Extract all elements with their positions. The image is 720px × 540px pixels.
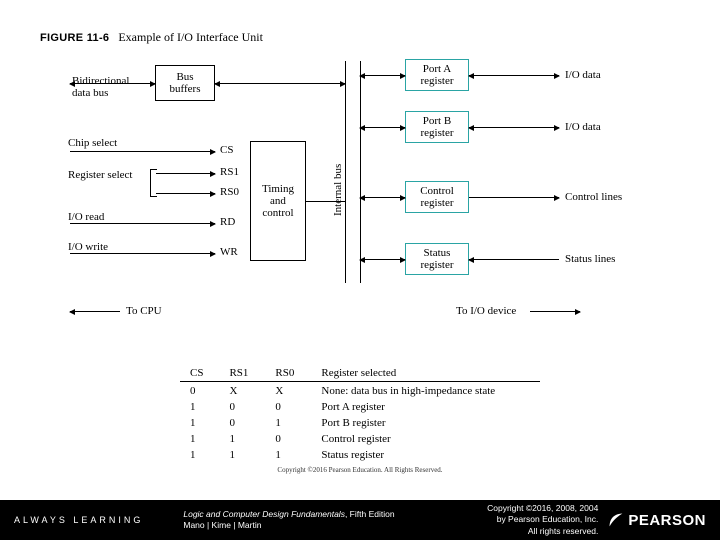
block-port-b: Port Bregister	[405, 111, 469, 143]
pearson-logo: PEARSON	[608, 512, 706, 529]
wire-rs1	[156, 173, 215, 174]
wire-ibus-ctrl	[360, 197, 405, 198]
label-bidirectional-bus: Bidirectionaldata bus	[72, 75, 129, 99]
label-to-cpu: To CPU	[126, 305, 162, 317]
io-interface-diagram: Bidirectionaldata bus Busbuffers Timinga…	[60, 51, 660, 361]
always-learning: ALWAYS LEARNING	[14, 515, 143, 525]
table-cell: X	[265, 382, 311, 400]
inner-copyright: Copyright ©2016 Pearson Education. All R…	[40, 466, 680, 474]
table-cell: 1	[265, 415, 311, 431]
label-rd-pin: RD	[220, 216, 235, 228]
block-port-a: Port Aregister	[405, 59, 469, 91]
table-cell: 1	[219, 447, 265, 463]
table-cell: 0	[180, 382, 219, 400]
book-credit: Logic and Computer Design Fundamentals, …	[183, 509, 394, 531]
footer-bar: ALWAYS LEARNING Logic and Computer Desig…	[0, 500, 720, 540]
arrow-to-io	[530, 311, 580, 312]
label-cs-pin: CS	[220, 144, 233, 156]
label-control-lines: Control lines	[565, 191, 622, 203]
figure-number: FIGURE 11-6	[40, 32, 109, 44]
label-io-read: I/O read	[68, 211, 104, 223]
table-cell: 1	[180, 431, 219, 447]
wire-stat-in	[469, 259, 559, 260]
block-control-reg: Controlregister	[405, 181, 469, 213]
table-cell: 0	[219, 399, 265, 415]
label-rs1-pin: RS1	[220, 166, 239, 178]
pearson-brand: PEARSON	[628, 512, 706, 529]
label-register-select: Register select	[68, 169, 132, 181]
internal-bus-line-left	[345, 61, 346, 283]
register-select-table: CSRS1RS0Register selected 0XXNone: data …	[180, 365, 540, 463]
book-authors: Mano | Kime | Martin	[183, 520, 261, 530]
table-header: Register selected	[311, 365, 540, 382]
internal-bus-line-right	[360, 61, 361, 283]
label-io-data-a: I/O data	[565, 69, 601, 81]
label-status-lines: Status lines	[565, 253, 615, 265]
figure-title: FIGURE 11-6 Example of I/O Interface Uni…	[40, 30, 680, 45]
wire-wr	[70, 253, 215, 254]
table-row: 0XXNone: data bus in high-impedance stat…	[180, 382, 540, 400]
table-cell: 1	[265, 447, 311, 463]
table-cell: Status register	[311, 447, 540, 463]
table-cell: 0	[219, 415, 265, 431]
table-cell: X	[219, 382, 265, 400]
table-row: 100Port A register	[180, 399, 540, 415]
label-wr-pin: WR	[220, 246, 238, 258]
block-status-reg: Statusregister	[405, 243, 469, 275]
table-header: CS	[180, 365, 219, 382]
wire-rd	[70, 223, 215, 224]
footer-copyright: Copyright ©2016, 2008, 2004by Pearson Ed…	[487, 503, 598, 536]
label-to-io: To I/O device	[456, 305, 516, 317]
table-cell: 1	[180, 415, 219, 431]
table-cell: 0	[265, 431, 311, 447]
block-bus-buffers: Busbuffers	[155, 65, 215, 101]
label-rs0-pin: RS0	[220, 186, 239, 198]
wire-ctrl-out	[469, 197, 559, 198]
wire-timing-to-ibus	[306, 201, 345, 202]
pearson-swoosh-icon	[608, 512, 624, 528]
table-row: 110Control register	[180, 431, 540, 447]
wire-data-bus	[70, 83, 155, 84]
label-io-write: I/O write	[68, 241, 108, 253]
table-cell: Port A register	[311, 399, 540, 415]
book-title: Logic and Computer Design Fundamentals	[183, 509, 345, 519]
book-edition: , Fifth Edition	[345, 509, 395, 519]
table-cell: Control register	[311, 431, 540, 447]
wire-rs0	[156, 193, 215, 194]
wire-ibus-porta	[360, 75, 405, 76]
wire-ibus-portb	[360, 127, 405, 128]
label-io-data-b: I/O data	[565, 121, 601, 133]
table-cell: 1	[180, 447, 219, 463]
table-cell: None: data bus in high-impedance state	[311, 382, 540, 400]
block-timing-control: Timingandcontrol	[250, 141, 306, 261]
table-cell: 1	[219, 431, 265, 447]
arrow-to-cpu	[70, 311, 120, 312]
wire-ibus-stat	[360, 259, 405, 260]
table-header: RS0	[265, 365, 311, 382]
label-chip-select: Chip select	[68, 137, 117, 149]
table-cell: 1	[180, 399, 219, 415]
wire-porta-io	[469, 75, 559, 76]
table-cell: 0	[265, 399, 311, 415]
table-row: 111Status register	[180, 447, 540, 463]
table-cell: Port B register	[311, 415, 540, 431]
wire-cs	[70, 151, 215, 152]
label-internal-bus: Internal bus	[332, 164, 344, 216]
table-header: RS1	[219, 365, 265, 382]
table-row: 101Port B register	[180, 415, 540, 431]
brace-register-select	[150, 169, 151, 197]
figure-caption: Example of I/O Interface Unit	[118, 30, 263, 44]
wire-busbuf-to-ibus	[215, 83, 345, 84]
wire-portb-io	[469, 127, 559, 128]
